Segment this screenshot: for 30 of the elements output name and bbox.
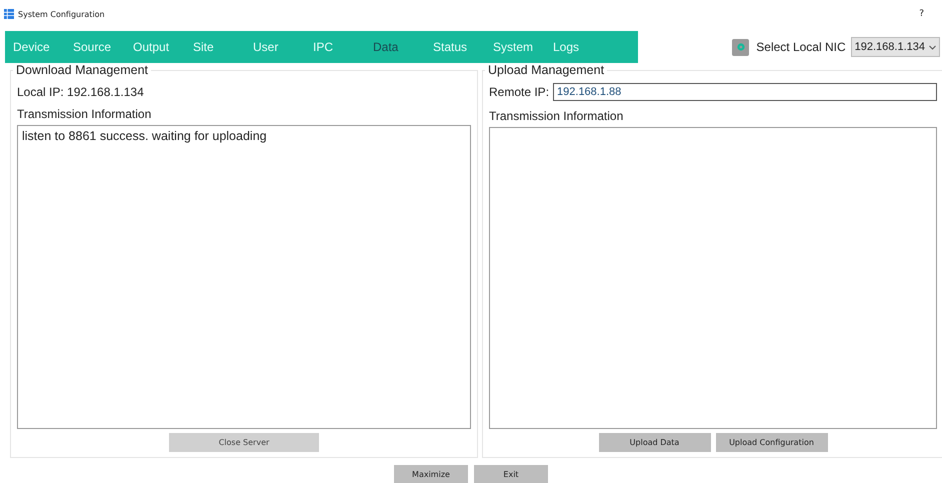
footer-button[interactable]: Maximize (394, 465, 468, 483)
tab[interactable]: User (253, 40, 313, 54)
tab[interactable]: Data (373, 40, 433, 54)
upload-button[interactable]: Upload Configuration (716, 433, 828, 452)
settings-button[interactable] (732, 38, 750, 56)
panel-title: Upload Management (485, 63, 608, 77)
local-ip-label: Local IP: 192.168.1.134 (17, 85, 145, 99)
nic-dropdown[interactable]: 192.168.1.134 (850, 37, 940, 57)
tab[interactable]: Output (133, 40, 193, 54)
panel-title: Download Management (13, 63, 152, 77)
tab[interactable]: Site (193, 40, 253, 54)
info-label: Transmission Information (489, 109, 624, 123)
upload-button[interactable]: Upload Data (598, 433, 710, 452)
remote-ip-field[interactable]: 192.168.1.88 (553, 83, 937, 101)
tab[interactable]: Status (433, 40, 493, 54)
nic-label: Select Local NIC (756, 40, 846, 54)
footer-button[interactable]: Exit (474, 465, 548, 483)
tab[interactable]: Source (73, 40, 133, 54)
app-icon (4, 9, 14, 19)
info-label: Transmission Information (17, 107, 152, 121)
chevron-icon (929, 44, 936, 50)
tab[interactable]: Logs (553, 40, 613, 54)
log-area[interactable]: listen to 8861 success. waiting for uploading (17, 125, 471, 429)
remote-ip-label: Remote IP: (489, 85, 550, 99)
help-button[interactable]: ? (919, 9, 924, 19)
tab[interactable]: System (493, 40, 553, 54)
tab[interactable]: Device (13, 40, 73, 54)
gear-icon (736, 42, 746, 52)
window-title: System Configuration (18, 10, 105, 18)
tab[interactable]: IPC (313, 40, 373, 54)
